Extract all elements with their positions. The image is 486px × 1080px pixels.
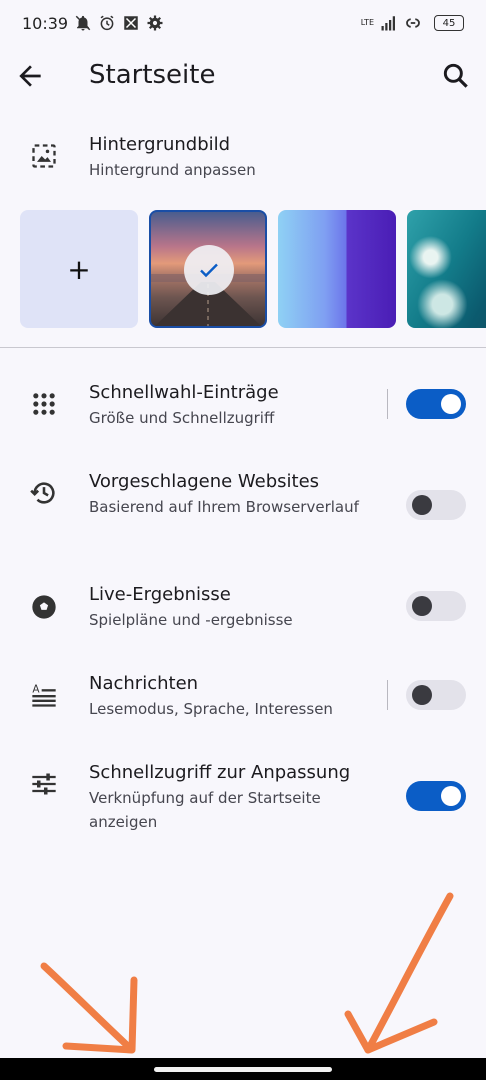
setting-title: Schnellwahl-Einträge [89, 382, 279, 403]
toggle-knob [412, 685, 432, 705]
search-icon[interactable] [440, 60, 472, 92]
wallpaper-thumb-road[interactable] [149, 210, 267, 328]
battery-icon: 45 [434, 15, 464, 31]
tune-icon [32, 773, 56, 795]
setting-subtitle: Lesemodus, Sprache, Interessen [89, 700, 333, 718]
soccer-ball-icon [32, 595, 56, 619]
alarm-icon [100, 15, 114, 31]
toggle-knob [412, 596, 432, 616]
grid-dots-icon [33, 393, 55, 415]
setting-row-news[interactable]: A Nachrichten Lesemodus, Sprache, Intere… [0, 671, 486, 731]
app-bar: Startseite [0, 46, 486, 110]
signal-icon [381, 16, 395, 31]
setting-row-customize-shortcut[interactable]: Schnellzugriff zur Anpassung Verknüpfung… [0, 760, 486, 840]
wallpaper-carousel[interactable]: + [0, 208, 486, 330]
arrow-left [40, 962, 134, 1052]
wallpaper-subtitle: Hintergrund anpassen [89, 161, 256, 179]
setting-title: Vorgeschlagene Websites [89, 471, 320, 492]
arrow-right-head-a [344, 1010, 438, 1054]
toggle-customize-shortcut[interactable] [406, 781, 466, 811]
bell-off-icon [75, 15, 91, 31]
setting-subtitle: Spielpläne und -ergebnisse [89, 611, 293, 629]
setting-subtitle: Größe und Schnellzugriff [89, 409, 275, 427]
toggle-knob [441, 786, 461, 806]
setting-title: Schnellzugriff zur Anpassung [89, 762, 351, 783]
toggle-speed-dial[interactable] [406, 389, 466, 419]
toggle-knob [412, 495, 432, 515]
setting-row-live-results[interactable]: Live-Ergebnisse Spielpläne und -ergebnis… [0, 582, 486, 642]
toggle-live-results[interactable] [406, 591, 466, 621]
add-icon: + [67, 252, 91, 286]
screen-icon [124, 16, 138, 30]
setting-row-suggested-sites[interactable]: Vorgeschlagene Websites Basierend auf Ih… [0, 469, 486, 549]
page-title: Startseite [89, 60, 216, 90]
wallpaper-row[interactable]: Hintergrundbild Hintergrund anpassen [0, 130, 486, 190]
wallpaper-title: Hintergrundbild [89, 134, 231, 155]
home-handle[interactable] [154, 1067, 332, 1072]
toggle-knob [441, 394, 461, 414]
network-label: LTE [360, 18, 374, 27]
separator [387, 389, 388, 419]
separator [387, 680, 388, 710]
link-icon [406, 18, 420, 28]
selected-check [184, 245, 234, 295]
svg-text:A: A [32, 684, 40, 696]
setting-title: Live-Ergebnisse [89, 584, 231, 605]
gear-icon [147, 15, 163, 31]
setting-row-speed-dial[interactable]: Schnellwahl-Einträge Größe und Schnellzu… [0, 380, 486, 440]
arrow-back-icon[interactable] [14, 60, 46, 92]
divider [0, 347, 486, 348]
status-bar: 10:39 LTE 45 [0, 0, 486, 46]
toggle-news[interactable] [406, 680, 466, 710]
setting-subtitle: Basierend auf Ihrem Browserverlauf [89, 498, 359, 516]
wallpaper-thumb-gradient[interactable] [278, 210, 396, 328]
status-time: 10:39 [22, 13, 69, 33]
check-icon [200, 263, 218, 278]
annotation-arrows [40, 892, 454, 1054]
toggle-suggested-sites[interactable] [406, 490, 466, 520]
arrow-right [364, 892, 454, 1054]
wallpaper-icon [32, 144, 56, 168]
article-icon: A [32, 684, 56, 707]
wallpaper-thumb-ocean[interactable] [407, 210, 486, 328]
history-icon [30, 482, 55, 504]
setting-title: Nachrichten [89, 673, 199, 694]
add-wallpaper-button[interactable]: + [20, 210, 138, 328]
setting-subtitle: Verknüpfung auf der Startseite anzeigen [89, 789, 321, 831]
